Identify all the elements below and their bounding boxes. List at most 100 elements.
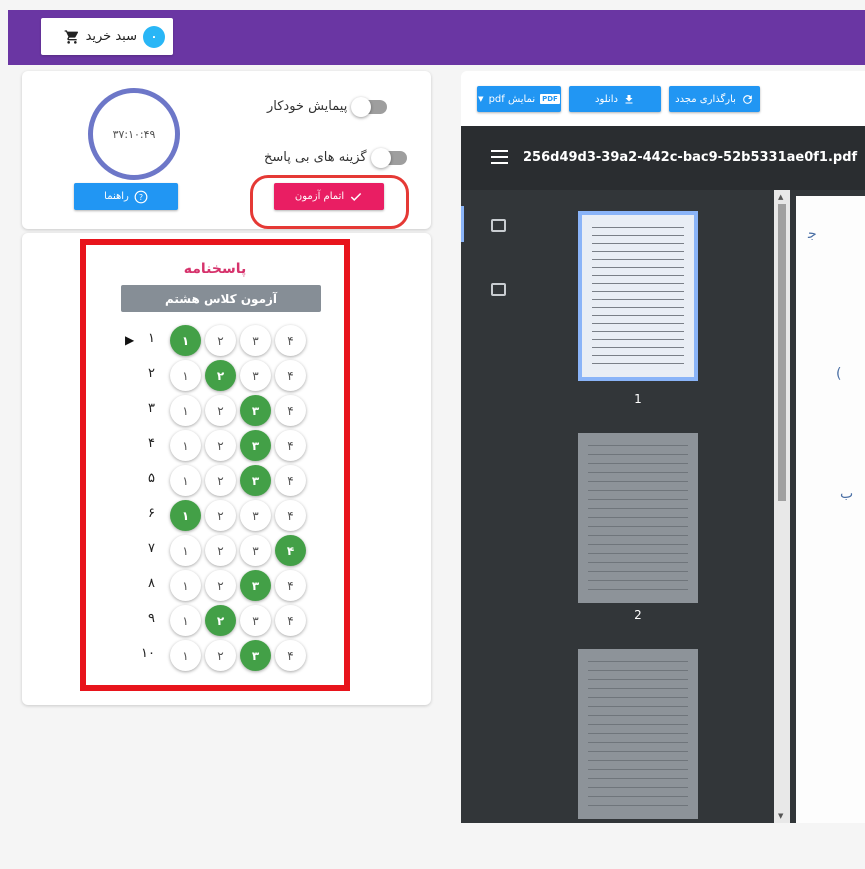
answer-option-bubble[interactable]: ۲ (205, 535, 236, 566)
question-row: ۱۰ ۱ ۲ ۳ ۴ (127, 638, 327, 674)
answer-option-bubble[interactable]: ۴ (275, 535, 306, 566)
question-number: ۴ (148, 436, 155, 451)
answer-option-bubble[interactable]: ۲ (205, 430, 236, 461)
answer-option-bubble[interactable]: ۳ (240, 465, 271, 496)
answer-option-bubble[interactable]: ۱ (170, 535, 201, 566)
hamburger-menu-icon[interactable] (491, 150, 508, 164)
answer-option-bubble[interactable]: ۳ (240, 570, 271, 601)
answer-sheet-title: پاسخنامه (183, 261, 247, 277)
finish-button-label: اتمام آزمون (294, 191, 345, 202)
question-row: ۴۱۲۳۴ (127, 428, 327, 464)
question-number: ۵ (148, 471, 155, 486)
svg-text:?: ? (139, 192, 143, 201)
answer-option-bubble[interactable]: ۳ (240, 395, 271, 426)
answer-option-bubble[interactable]: ۳ (240, 535, 271, 566)
help-button-label: راهنما (104, 191, 129, 202)
page-thumbnail-1[interactable] (578, 211, 698, 381)
answer-option-bubble[interactable]: ۳ (240, 430, 271, 461)
answer-option-bubble[interactable]: ۴ (275, 640, 306, 671)
answer-option-bubble[interactable]: ۴ (275, 430, 306, 461)
unanswered-switch[interactable] (370, 147, 407, 168)
cart-icon (64, 29, 78, 44)
pdf-page-canvas: ﺟ ( ﺏ (796, 196, 865, 823)
question-row: ۷۱۲۳۴ (127, 533, 327, 569)
question-row: ۲۱۲۳۴ (127, 358, 327, 394)
answer-option-bubble[interactable]: ۲ (205, 465, 236, 496)
download-button[interactable]: دانلود (569, 86, 661, 112)
answer-option-bubble[interactable]: ۱ (170, 465, 201, 496)
question-row: ۵۱۲۳۴ (127, 463, 327, 499)
auto-scroll-toggle-row: پیمایش خودکار (267, 96, 388, 117)
scrollbar-thumb[interactable] (778, 204, 786, 501)
answer-sheet-panel: پاسخنامه آزمون کلاس هشتم ▶ ۱ ۱ ۲ ۳ ۴ ۲ ۱ ۲ ۳ ۴ ۳ ۱ ۲ ۳… (22, 233, 431, 705)
help-button[interactable]: ? راهنما (74, 183, 178, 210)
question-number: ۱ (148, 331, 155, 346)
show-pdf-label: نمایش pdf (488, 93, 536, 105)
unanswered-toggle-row: گزینه های بی پاسخ (264, 147, 407, 168)
answer-option-bubble[interactable]: ۴ (275, 605, 306, 636)
question-row: ۸۱۲۳۴ (127, 568, 327, 604)
thumbnail-scrollbar[interactable]: ▲ ▼ (774, 190, 790, 823)
answer-option-bubble[interactable]: ۱ (170, 605, 201, 636)
answer-option-bubble[interactable]: ۱ (170, 395, 201, 426)
answer-option-bubble[interactable]: ۳ (240, 640, 271, 671)
answer-option-bubble[interactable]: ۱ (170, 325, 201, 356)
download-icon (625, 94, 633, 103)
question-number: ۷ (148, 541, 155, 556)
page-number-label: 2 (634, 608, 642, 622)
answer-option-bubble[interactable]: ۲ (205, 570, 236, 601)
page-thumbnail-3[interactable] (578, 649, 698, 819)
answer-option-bubble[interactable]: ۱ (170, 640, 201, 671)
answer-option-bubble[interactable]: ۱ (170, 430, 201, 461)
answer-option-bubble[interactable]: ۳ (240, 360, 271, 391)
answer-option-bubble[interactable]: ۳ (240, 325, 271, 356)
question-row: ▶ ۱ ۱ ۲ ۳ ۴ (125, 323, 327, 359)
page-thumbnail-2[interactable] (578, 433, 698, 603)
cart-button[interactable]: ۰ سبد خرید (41, 18, 173, 55)
question-row: ۳۱۲۳۴ (127, 393, 327, 429)
question-number: ۱۰ (141, 646, 155, 661)
check-icon (350, 192, 362, 201)
answer-option-bubble[interactable]: ۴ (275, 570, 306, 601)
answer-option-bubble[interactable]: ۴ (275, 465, 306, 496)
answer-option-bubble[interactable]: ۴ (275, 395, 306, 426)
cart-label: سبد خرید (85, 29, 137, 44)
refresh-icon (743, 94, 752, 104)
pdf-filename: 256d49d3-39a2-442c-bac9-52b5331ae0f1.pdf (523, 150, 858, 165)
pdf-viewer: 256d49d3-39a2-442c-bac9-52b5331ae0f1.pdf… (461, 126, 865, 823)
pdf-toolbar: بارگذاری مجدد دانلود PDF نمایش pdf ▼ (461, 71, 865, 126)
answer-option-bubble[interactable]: ۲ (205, 395, 236, 426)
answer-option-bubble[interactable]: ۲ (205, 605, 236, 636)
answer-option-bubble[interactable]: ۴ (275, 360, 306, 391)
cart-count-badge: ۰ (143, 25, 165, 48)
countdown-timer: ۳۷:۱۰:۴۹ (88, 88, 180, 180)
reload-label: بارگذاری مجدد (675, 93, 736, 105)
outline-view-icon[interactable] (491, 283, 506, 296)
finish-exam-button[interactable]: اتمام آزمون (274, 183, 384, 210)
reload-button[interactable]: بارگذاری مجدد (669, 86, 760, 112)
answer-option-bubble[interactable]: ۱ (170, 500, 201, 531)
question-number: ۶ (148, 506, 155, 521)
sidebar-selected-indicator (461, 206, 464, 242)
download-label: دانلود (595, 93, 618, 105)
auto-scroll-label: پیمایش خودکار (267, 99, 348, 114)
auto-scroll-switch[interactable] (351, 96, 388, 117)
answer-option-bubble[interactable]: ۲ (205, 360, 236, 391)
answer-option-bubble[interactable]: ۱ (170, 360, 201, 391)
caret-down-icon: ▼ (478, 95, 484, 103)
unanswered-label: گزینه های بی پاسخ (264, 150, 367, 165)
answer-option-bubble[interactable]: ۳ (240, 500, 271, 531)
answer-option-bubble[interactable]: ۴ (275, 500, 306, 531)
pdf-file-icon: PDF (540, 94, 560, 104)
viewer-header: 256d49d3-39a2-442c-bac9-52b5331ae0f1.pdf (461, 126, 865, 190)
show-pdf-dropdown[interactable]: PDF نمایش pdf ▼ (477, 86, 561, 112)
thumbnail-view-icon[interactable] (491, 219, 506, 232)
answer-option-bubble[interactable]: ۴ (275, 325, 306, 356)
answer-option-bubble[interactable]: ۲ (205, 640, 236, 671)
question-number: ۳ (148, 401, 155, 416)
answer-option-bubble[interactable]: ۲ (205, 500, 236, 531)
answer-option-bubble[interactable]: ۱ (170, 570, 201, 601)
answer-option-bubble[interactable]: ۲ (205, 325, 236, 356)
answer-option-bubble[interactable]: ۳ (240, 605, 271, 636)
question-number: ۹ (148, 611, 155, 626)
